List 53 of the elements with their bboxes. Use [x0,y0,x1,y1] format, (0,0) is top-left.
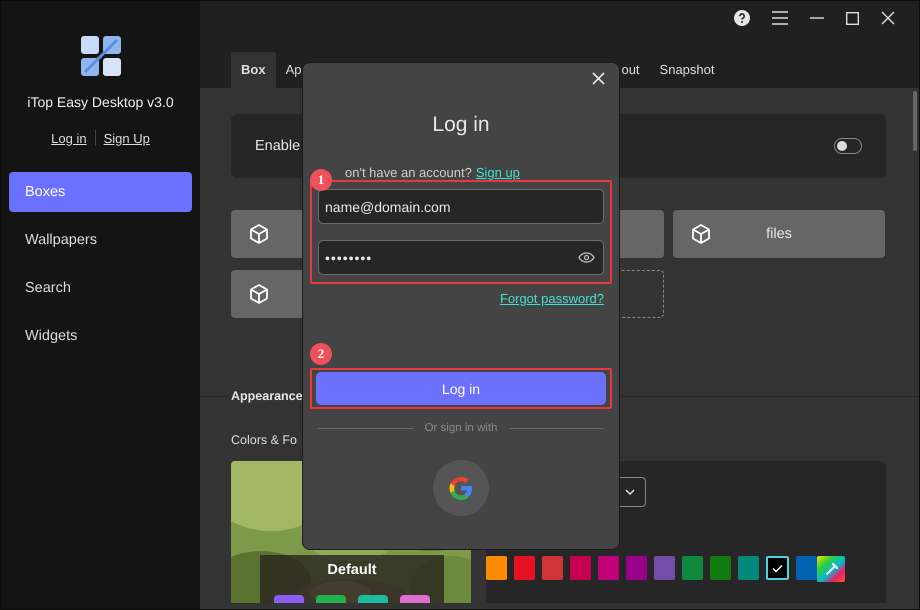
close-icon[interactable] [592,72,605,85]
account-prompt: on't have an account? [345,165,472,180]
forgot-password-link[interactable]: Forgot password? [500,291,604,306]
color-swatch[interactable] [738,556,759,580]
log-in-button[interactable]: Log in [316,372,606,405]
color-swatch[interactable] [766,556,789,580]
color-swatch[interactable] [626,556,647,580]
chevron-down-icon [625,489,635,495]
section-heading: Appearance [231,389,303,403]
close-icon[interactable] [881,11,895,25]
cube-icon [248,283,270,305]
sidebar-item[interactable]: Boxes [9,172,192,212]
box-label: files [765,226,793,242]
section-subheading: Colors & Fo [231,433,297,447]
preview-label: Default [327,562,377,578]
divider-label: Or sign in with [424,422,498,434]
cube-icon [690,223,712,245]
password-field[interactable]: •••••••• [318,240,604,275]
tab[interactable]: Snapshot [650,52,724,88]
email-field[interactable]: name@domain.com [318,189,604,224]
step-badge: 2 [310,343,332,365]
sidebar-item[interactable]: Widgets [9,316,192,356]
color-swatch[interactable] [682,556,703,580]
color-swatch[interactable] [710,556,731,580]
app-name: iTop Easy Desktop v3.0 [27,94,174,110]
color-swatch[interactable] [514,556,535,580]
account-link[interactable]: Sign Up [104,130,150,146]
cube-icon [248,223,270,245]
color-swatch[interactable] [486,556,507,580]
menu-icon[interactable] [772,11,788,25]
color-swatch[interactable] [654,556,675,580]
step-badge: 1 [310,169,332,191]
color-swatch[interactable] [598,556,619,580]
account-link[interactable]: Log in [51,130,87,146]
color-swatch[interactable] [796,556,817,580]
enable-label: Enable [255,138,300,154]
toggle-switch[interactable] [834,138,862,154]
sidebar-item[interactable]: Wallpapers [9,220,192,260]
app-logo-icon [80,36,120,76]
maximize-icon[interactable] [846,12,859,24]
sign-up-link[interactable]: Sign up [476,165,520,180]
tab[interactable]: Box [231,52,276,88]
color-swatch[interactable] [542,556,563,580]
eye-icon[interactable] [578,252,595,263]
box-tile[interactable]: files [673,210,885,258]
dialog-title: Log in [431,113,491,137]
check-icon [772,564,783,572]
tab[interactable]: out [621,52,650,88]
help-icon[interactable] [734,10,750,26]
color-picker-icon[interactable] [817,556,845,582]
sidebar-item[interactable]: Search [9,268,192,308]
color-swatch[interactable] [570,556,591,580]
minimize-icon[interactable] [810,17,824,19]
